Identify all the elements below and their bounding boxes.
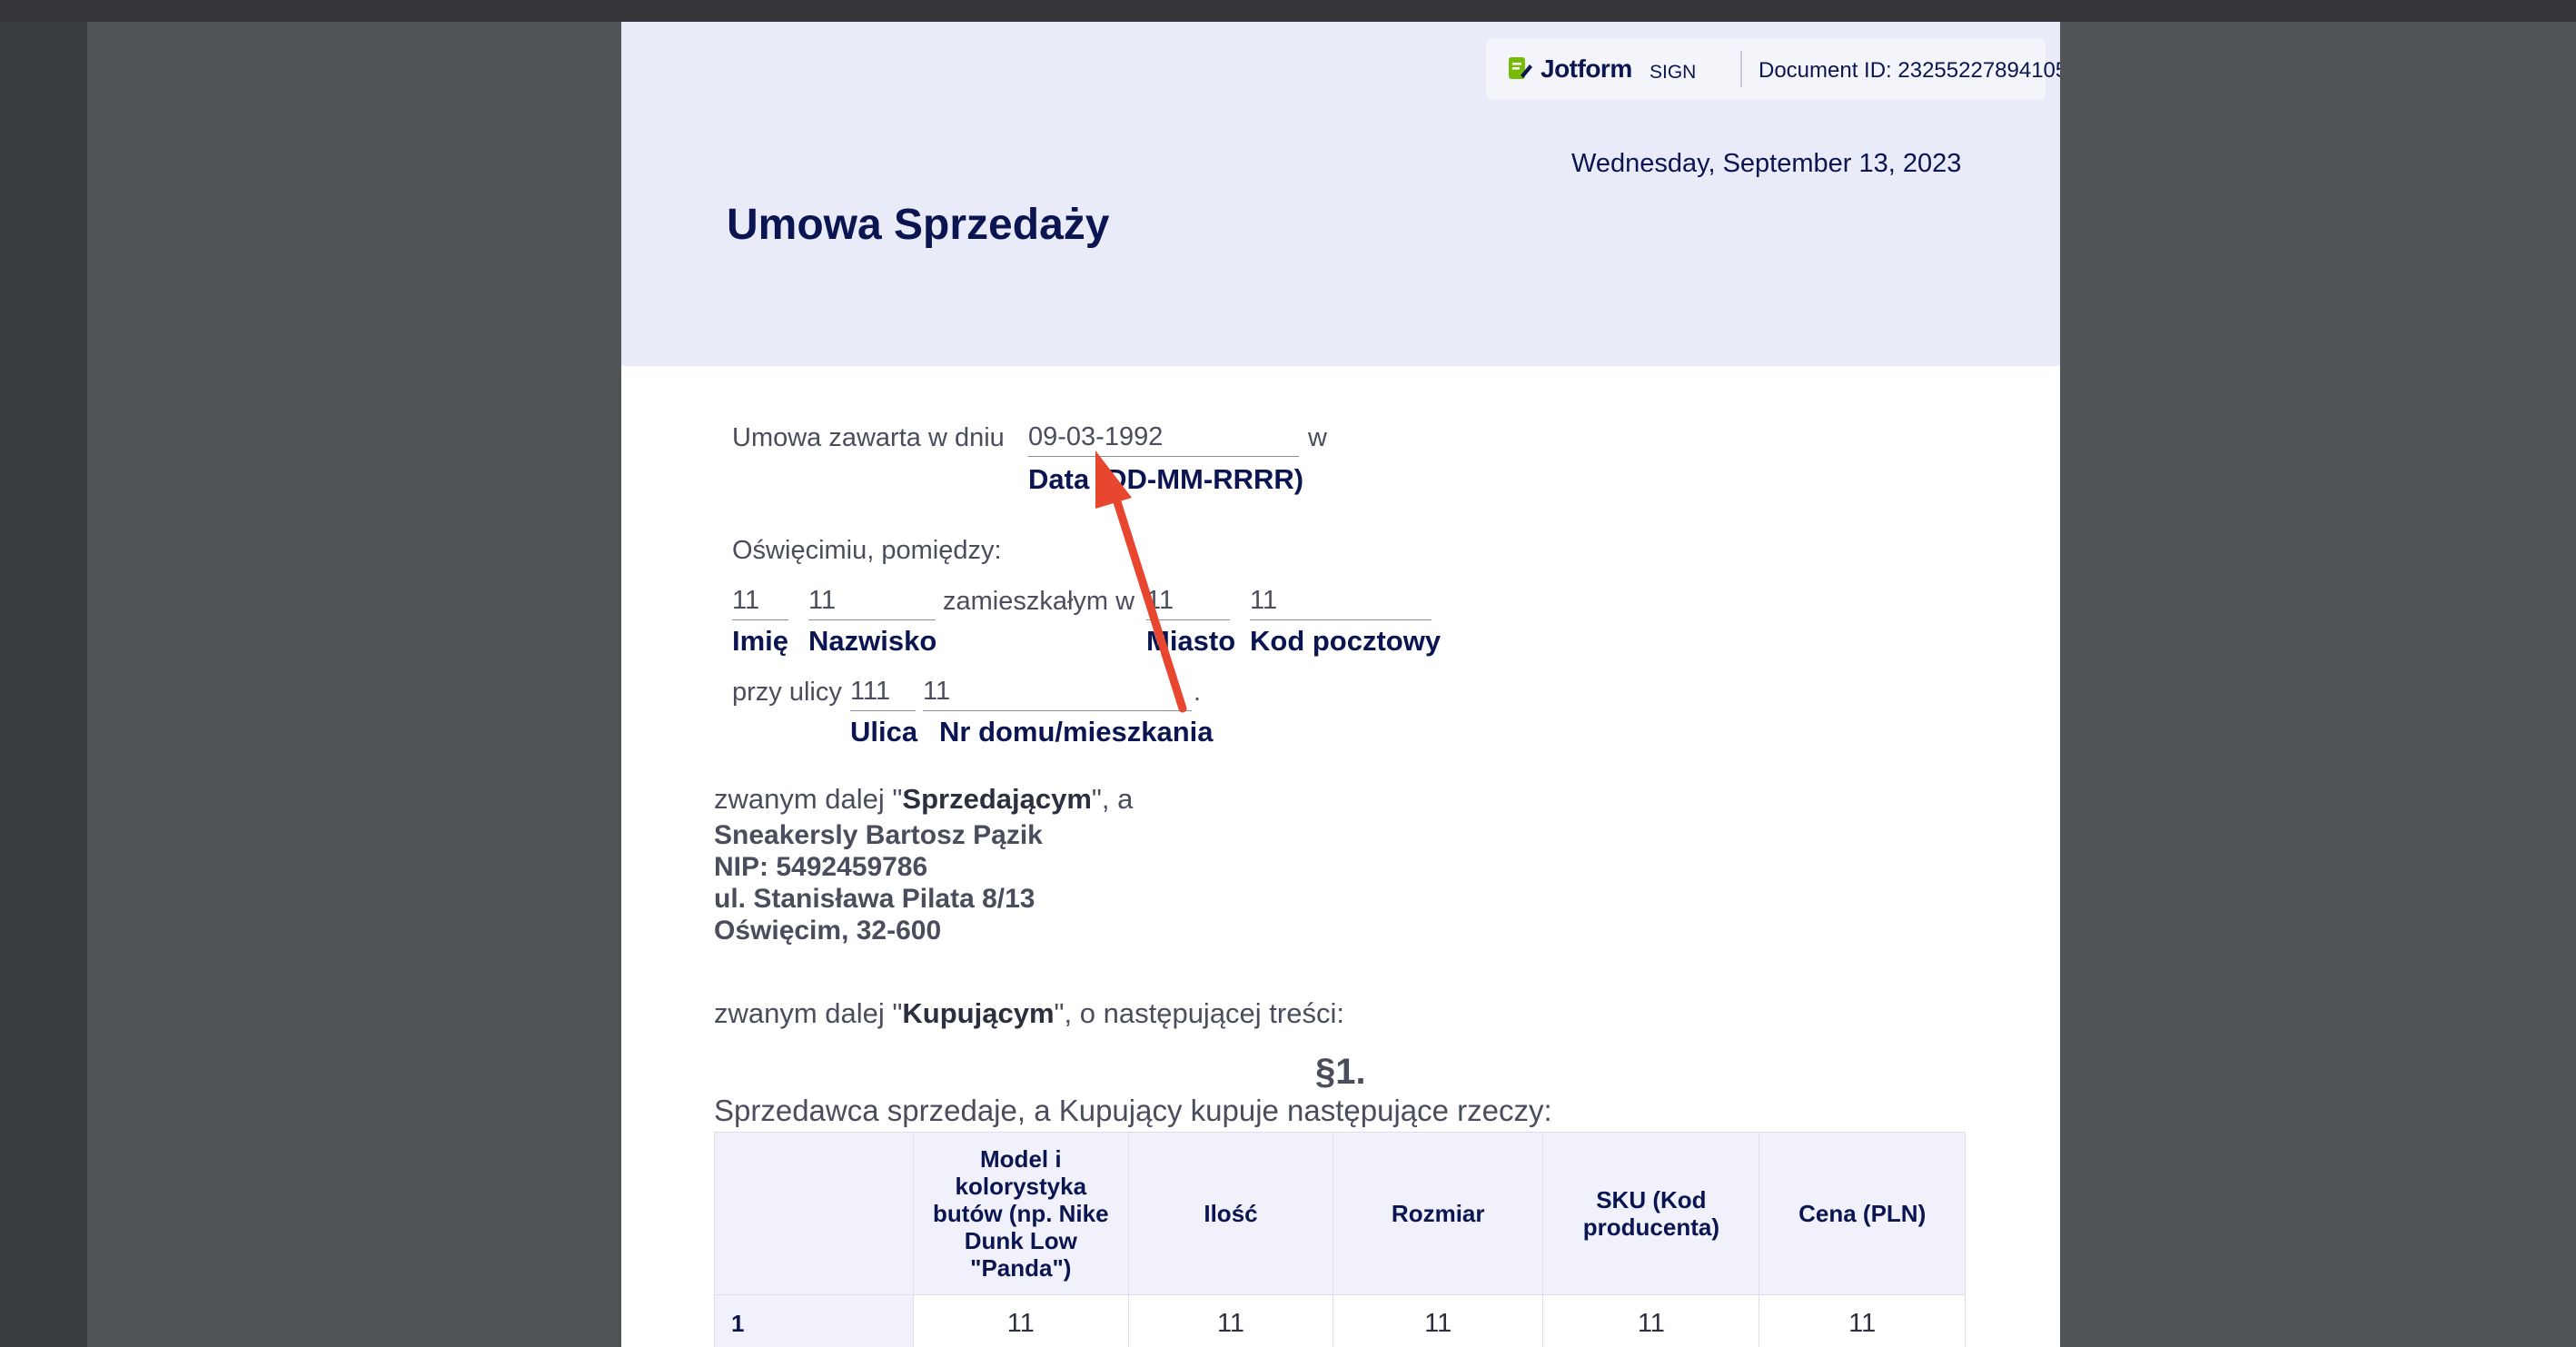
house-number-label: Nr domu/mieszkania: [939, 716, 1214, 748]
street-text: przy ulicy: [732, 678, 842, 707]
brand-badge: Jotform SIGN Document ID: 23255227894105…: [1486, 38, 2060, 100]
city-label: Miasto: [1146, 625, 1236, 657]
table-cell-model[interactable]: 11: [912, 1294, 1129, 1347]
table-cell-price[interactable]: 11: [1759, 1294, 1966, 1347]
table-header-price: Cena (PLN): [1759, 1132, 1966, 1295]
buyer-clause: zwanym dalej "Kupującym", o następującej…: [714, 997, 1344, 1030]
date-field[interactable]: 09-03-1992: [1028, 421, 1299, 457]
seller-suffix: ", a: [1091, 783, 1134, 815]
table-cell-index: 1: [714, 1294, 914, 1347]
table-cell-size[interactable]: 11: [1333, 1294, 1544, 1347]
last-name-field[interactable]: 11: [808, 585, 936, 620]
document-header: Jotform SIGN Document ID: 23255227894105…: [621, 22, 2060, 366]
viewer-top-bar: [0, 0, 2576, 22]
first-name-label: Imię: [732, 625, 789, 657]
section-text: Sprzedawca sprzedaje, a Kupujący kupuje …: [714, 1094, 1552, 1127]
buyer-term: Kupującym: [902, 997, 1055, 1029]
address-line: NIP: 5492459786: [714, 852, 928, 882]
section-heading: §1.: [1315, 1052, 1366, 1092]
postal-code-field[interactable]: 11: [1250, 585, 1432, 620]
table-header-size: Rozmiar: [1333, 1132, 1544, 1295]
table-row: 1 11 11 11 11 11: [714, 1294, 1966, 1347]
document-title: Umowa Sprzedaży: [727, 201, 1110, 249]
date-label: Data (DD-MM-RRRR): [1028, 463, 1304, 495]
city-field[interactable]: 11: [1146, 585, 1230, 620]
first-name-field[interactable]: 11: [732, 585, 788, 620]
table-header-sku: SKU (Kod producenta): [1542, 1132, 1760, 1295]
brand-divider: [1740, 51, 1742, 87]
company-address: Sneakersly Bartosz Pązik NIP: 5492459786…: [714, 819, 1043, 946]
address-line: ul. Stanisława Pilata 8/13: [714, 884, 1035, 914]
city-line: Oświęcimiu, pomiędzy:: [732, 536, 1002, 565]
table-header-index: [714, 1132, 914, 1295]
seller-term: Sprzedającym: [902, 783, 1092, 815]
buyer-prefix: zwanym dalej ": [714, 997, 903, 1029]
address-line: Oświęcim, 32-600: [714, 916, 942, 946]
table-header-model: Model i kolorystyka butów (np. Nike Dunk…: [912, 1132, 1129, 1295]
document-date: Wednesday, September 13, 2023: [1571, 149, 1962, 178]
brand-suffix: SIGN: [1650, 62, 1697, 83]
w-text: w: [1308, 423, 1327, 452]
document-page: Jotform SIGN Document ID: 23255227894105…: [621, 22, 2060, 1347]
period-text: .: [1194, 678, 1202, 707]
table-cell-sku[interactable]: 11: [1542, 1294, 1760, 1347]
address-line: Sneakersly Bartosz Pązik: [714, 820, 1043, 850]
house-number-field[interactable]: 11: [923, 676, 1192, 711]
street-label: Ulica: [850, 716, 918, 748]
items-table: Model i kolorystyka butów (np. Nike Dunk…: [714, 1132, 1966, 1347]
brand-name: Jotform: [1541, 54, 1632, 83]
jotform-sign-logo-icon: [1509, 57, 1532, 79]
viewer-left-sidebar: [0, 22, 87, 1347]
table-header-row: Model i kolorystyka butów (np. Nike Dunk…: [714, 1132, 1966, 1295]
postal-code-label: Kod pocztowy: [1250, 625, 1442, 657]
table-cell-quantity[interactable]: 11: [1127, 1294, 1334, 1347]
buyer-suffix: ", o następującej treści:: [1054, 997, 1344, 1029]
table-header-quantity: Ilość: [1127, 1132, 1334, 1295]
seller-prefix: zwanym dalej ": [714, 783, 903, 815]
seller-clause: zwanym dalej "Sprzedającym", a: [714, 783, 1133, 816]
intro-text: Umowa zawarta w dniu: [732, 423, 1005, 452]
street-field[interactable]: 111: [850, 676, 916, 711]
document-id: Document ID: 232552278941057: [1759, 58, 2060, 83]
resident-text: zamieszkałym w: [943, 587, 1135, 616]
last-name-label: Nazwisko: [808, 625, 937, 657]
